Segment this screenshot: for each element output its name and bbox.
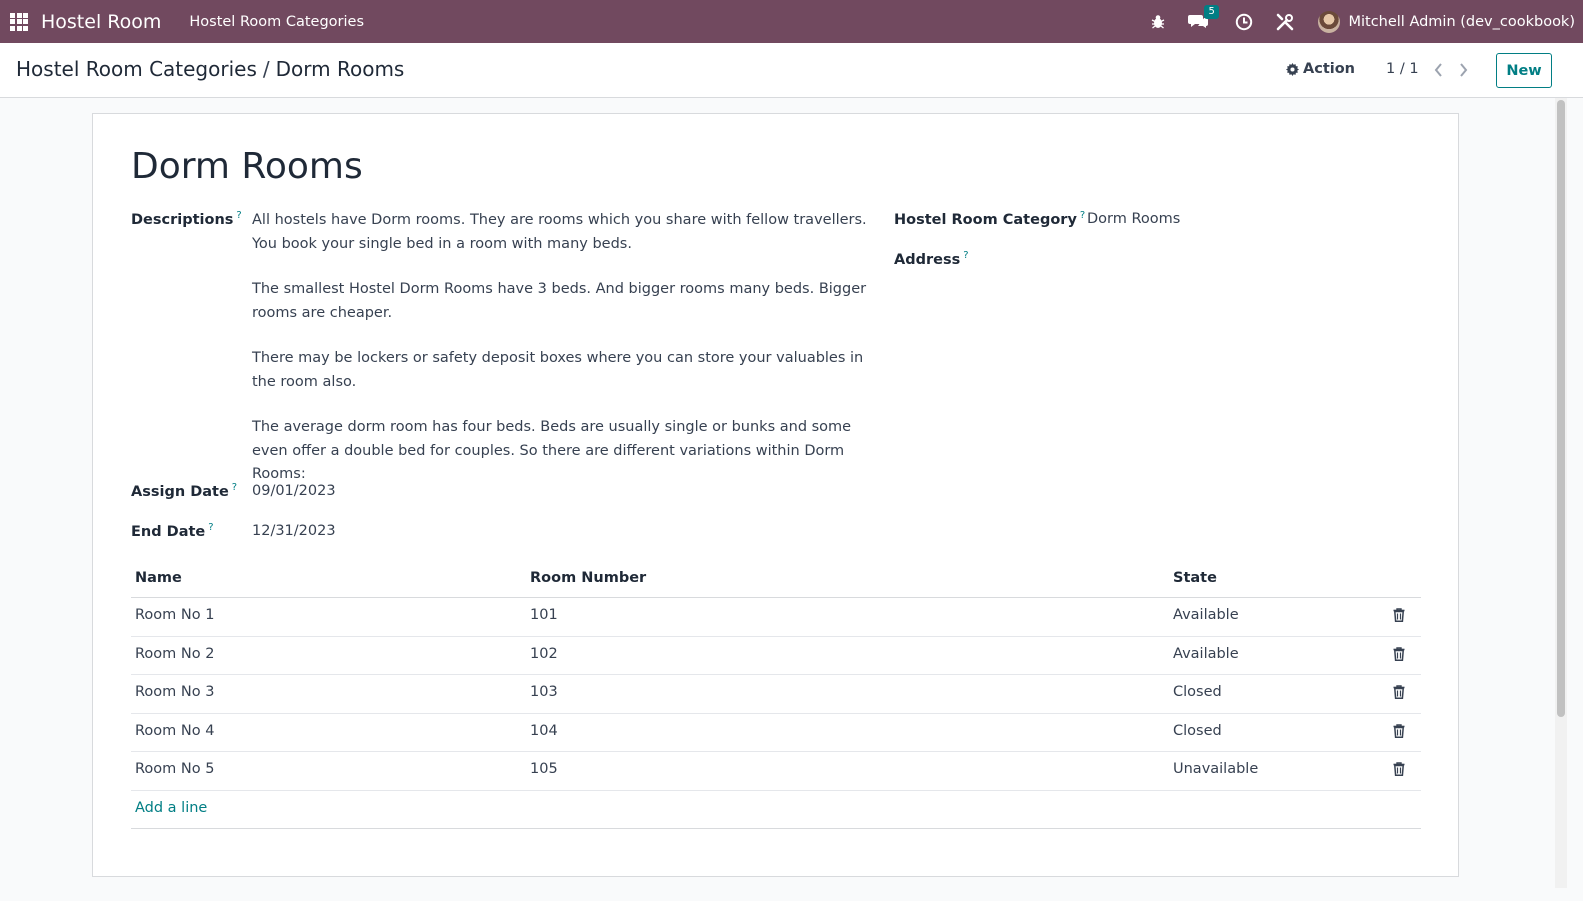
pager-next-icon[interactable] — [1455, 60, 1471, 80]
cell-room-name[interactable]: Room No 1 — [135, 607, 214, 623]
cell-state[interactable]: Closed — [1173, 723, 1222, 739]
control-panel: Hostel Room Categories / Dorm Rooms Action… — [0, 43, 1583, 98]
assign-date-label-text: Assign Date — [131, 483, 229, 500]
user-menu[interactable]: Mitchell Admin (dev_cookbook) — [1318, 10, 1575, 33]
activity-clock-icon[interactable] — [1233, 11, 1255, 33]
help-icon[interactable]: ? — [963, 250, 968, 261]
messages-badge: 5 — [1204, 4, 1219, 19]
assign-date-label: Assign Date? — [131, 482, 237, 500]
rooms-table: Name Room Number State Room No 1 101 Avail… — [131, 563, 1421, 829]
descriptions-field[interactable]: All hostels have Dorm rooms. They are ro… — [252, 209, 872, 509]
hostel-room-category-label: Hostel Room Category? — [894, 210, 1085, 228]
cell-room-number[interactable]: 103 — [530, 684, 558, 700]
address-label-text: Address — [894, 251, 961, 268]
cell-room-name[interactable]: Room No 3 — [135, 684, 214, 700]
delete-row-trash-icon[interactable] — [1393, 646, 1405, 665]
breadcrumb-separator: / — [262, 57, 270, 81]
scrollbar[interactable] — [1555, 98, 1567, 888]
gear-icon — [1286, 62, 1299, 76]
end-date-field[interactable]: 12/31/2023 — [252, 523, 336, 539]
action-menu-button[interactable]: Action — [1286, 61, 1355, 77]
hostel-room-category-field[interactable]: Dorm Rooms — [1087, 211, 1180, 227]
top-navbar: Hostel Room Hostel Room Categories 5 Mit… — [0, 0, 1583, 43]
cell-state[interactable]: Unavailable — [1173, 761, 1258, 777]
description-paragraph: All hostels have Dorm rooms. They are ro… — [252, 212, 867, 252]
avatar — [1318, 10, 1341, 33]
form-sheet: Dorm Rooms Descriptions? All hostels hav… — [92, 113, 1459, 877]
column-header-name[interactable]: Name — [135, 570, 182, 586]
delete-row-trash-icon[interactable] — [1393, 723, 1405, 742]
messages-icon[interactable]: 5 — [1187, 4, 1219, 33]
description-paragraph: The average dorm room has four beds. Bed… — [252, 419, 852, 482]
cell-room-number[interactable]: 102 — [530, 646, 558, 662]
address-label: Address? — [894, 250, 969, 268]
debug-bug-icon[interactable] — [1147, 11, 1169, 33]
descriptions-label-text: Descriptions — [131, 211, 234, 228]
pager-previous-icon[interactable] — [1430, 60, 1446, 80]
breadcrumb: Hostel Room Categories / Dorm Rooms — [16, 57, 404, 81]
cell-room-number[interactable]: 105 — [530, 761, 558, 777]
cell-room-name[interactable]: Room No 2 — [135, 646, 214, 662]
assign-date-field[interactable]: 09/01/2023 — [252, 483, 336, 499]
hostel-room-category-label-text: Hostel Room Category — [894, 211, 1077, 228]
table-row[interactable]: Room No 4 104 Closed — [131, 714, 1421, 752]
column-header-room-number[interactable]: Room Number — [530, 570, 646, 586]
cell-state[interactable]: Available — [1173, 646, 1239, 662]
new-button[interactable]: New — [1496, 53, 1552, 88]
app-switcher-icon[interactable] — [10, 12, 30, 32]
table-row[interactable]: Room No 1 101 Available — [131, 598, 1421, 637]
help-icon[interactable]: ? — [232, 482, 237, 493]
app-name[interactable]: Hostel Room — [41, 11, 161, 33]
systray: 5 Mitchell Admin (dev_cookbook) — [1147, 0, 1583, 43]
help-icon[interactable]: ? — [208, 522, 213, 533]
cell-room-number[interactable]: 104 — [530, 723, 558, 739]
cell-state[interactable]: Available — [1173, 607, 1239, 623]
add-line-link[interactable]: Add a line — [135, 800, 207, 816]
scrollbar-thumb[interactable] — [1557, 100, 1565, 717]
help-icon[interactable]: ? — [236, 210, 241, 221]
cell-room-name[interactable]: Room No 5 — [135, 761, 214, 777]
menu-hostel-room-categories[interactable]: Hostel Room Categories — [189, 14, 364, 30]
record-title[interactable]: Dorm Rooms — [131, 146, 363, 187]
cell-room-number[interactable]: 101 — [530, 607, 558, 623]
delete-row-trash-icon[interactable] — [1393, 762, 1405, 780]
breadcrumb-parent-link[interactable]: Hostel Room Categories — [16, 57, 257, 81]
delete-row-trash-icon[interactable] — [1393, 685, 1405, 703]
add-line-row: Add a line — [131, 791, 1421, 829]
user-name: Mitchell Admin (dev_cookbook) — [1348, 13, 1575, 30]
column-header-state[interactable]: State — [1173, 570, 1217, 586]
table-header: Name Room Number State — [131, 563, 1421, 598]
help-icon[interactable]: ? — [1080, 210, 1085, 221]
description-paragraph: There may be lockers or safety deposit b… — [252, 350, 864, 390]
delete-row-trash-icon[interactable] — [1393, 608, 1405, 626]
end-date-label: End Date? — [131, 522, 214, 540]
descriptions-label: Descriptions? — [131, 210, 242, 228]
table-row[interactable]: Room No 5 105 Unavailable — [131, 752, 1421, 791]
cell-room-name[interactable]: Room No 4 — [135, 723, 214, 739]
description-paragraph: The smallest Hostel Dorm Rooms have 3 be… — [252, 281, 867, 321]
breadcrumb-current: Dorm Rooms — [275, 57, 405, 81]
action-label: Action — [1303, 61, 1356, 77]
cell-state[interactable]: Closed — [1173, 684, 1222, 700]
table-row[interactable]: Room No 3 103 Closed — [131, 675, 1421, 714]
settings-tools-icon[interactable] — [1274, 11, 1296, 33]
pager-value[interactable]: 1 / 1 — [1386, 61, 1419, 77]
table-row[interactable]: Room No 2 102 Available — [131, 637, 1421, 675]
end-date-label-text: End Date — [131, 523, 206, 540]
